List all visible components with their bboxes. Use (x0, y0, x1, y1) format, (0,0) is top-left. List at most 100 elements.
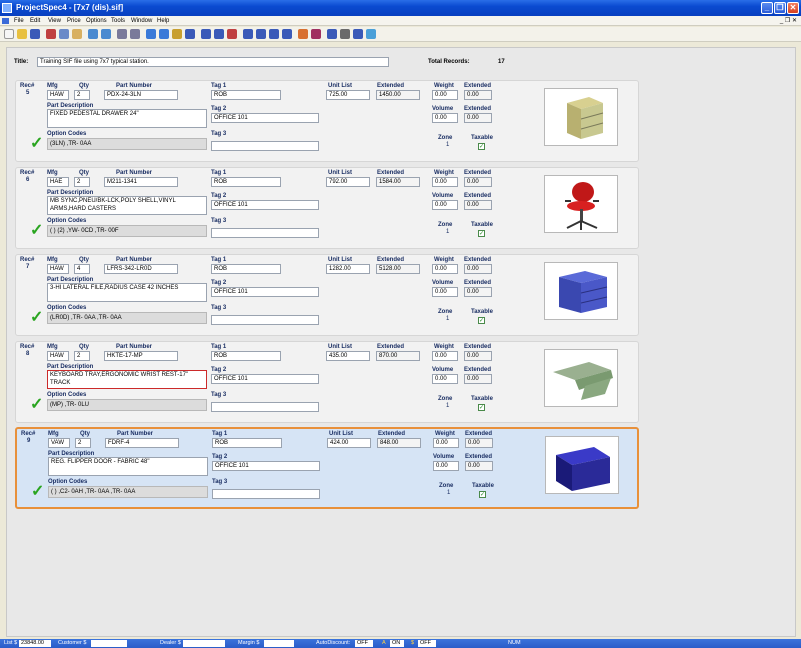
qty-field[interactable]: 2 (74, 177, 90, 187)
taxable-checkbox[interactable]: ✓ (478, 143, 485, 150)
unit-list-field[interactable]: 424.00 (327, 438, 371, 448)
report-icon[interactable] (185, 29, 195, 39)
price-icon[interactable] (172, 29, 182, 39)
volume-field[interactable]: 0.00 (432, 200, 458, 210)
auto-price-value[interactable]: ON (390, 640, 404, 647)
record-card[interactable]: Rec# 6 Mfg HAE Qty 2 Part Number M211-1341 Part … (15, 167, 639, 249)
restore-icon[interactable]: ❐ (774, 2, 786, 14)
record-card[interactable]: Rec# 7 Mfg HAW Qty 4 Part Number LFRS-342-LR0D P… (15, 254, 639, 336)
tag1-field[interactable]: ROB (211, 351, 281, 361)
insert-icon[interactable] (146, 29, 156, 39)
record-card[interactable]: Rec# 9 Mfg VAW Qty 2 Part Number FDRF-4 Part Des… (15, 427, 639, 509)
unit-list-field[interactable]: 1282.00 (326, 264, 370, 274)
option-codes-field[interactable]: (3LN) ,TR- 0AA (47, 138, 207, 150)
menu-options[interactable]: Options (86, 16, 107, 26)
qty-field[interactable]: 2 (74, 90, 90, 100)
summary-icon[interactable] (282, 29, 292, 39)
tag3-field[interactable] (211, 315, 319, 325)
volume-field[interactable]: 0.00 (432, 374, 458, 384)
tag1-field[interactable]: ROB (212, 438, 282, 448)
percent-icon[interactable] (214, 29, 224, 39)
mfg-field[interactable]: HAW (47, 264, 69, 274)
tag3-field[interactable] (211, 402, 319, 412)
qty-field[interactable]: 2 (74, 351, 90, 361)
part-number-field[interactable]: LFRS-342-LR0D (104, 264, 178, 274)
option-codes-field[interactable]: ( ) (2) ,YW- 0CD ,TR- 00F (47, 225, 207, 237)
part-number-field[interactable]: HKTE-17-MP (104, 351, 178, 361)
print-icon[interactable] (117, 29, 127, 39)
options-icon[interactable] (353, 29, 363, 39)
paste-icon[interactable] (72, 29, 82, 39)
mdi-controls[interactable]: _ ❐ ✕ (780, 16, 797, 26)
close-icon[interactable]: ✕ (787, 2, 799, 14)
tag-icon[interactable] (311, 29, 321, 39)
tag2-field[interactable]: OFFICE 101 (211, 200, 319, 210)
discount-icon[interactable] (227, 29, 237, 39)
part-description-field[interactable]: REG. FLIPPER DOOR - FABRIC 48" (48, 457, 208, 476)
filter-icon[interactable] (256, 29, 266, 39)
part-number-field[interactable]: PDX-24-3LN (104, 90, 178, 100)
tag1-field[interactable]: ROB (211, 90, 281, 100)
help-icon[interactable] (366, 29, 376, 39)
tag1-field[interactable]: ROB (211, 264, 281, 274)
new-icon[interactable] (4, 29, 14, 39)
record-card[interactable]: Rec# 5 Mfg HAW Qty 2 Part Number PDX-24-3LN Part… (15, 80, 639, 162)
unit-list-field[interactable]: 792.00 (326, 177, 370, 187)
taxable-checkbox[interactable]: ✓ (478, 230, 485, 237)
save-icon[interactable] (30, 29, 40, 39)
option-codes-field[interactable]: (LR0D) ,TR- 0AA ,TR- 0AA (47, 312, 207, 324)
unit-list-field[interactable]: 435.00 (326, 351, 370, 361)
export-icon[interactable] (327, 29, 337, 39)
qty-field[interactable]: 4 (74, 264, 90, 274)
find-icon[interactable] (201, 29, 211, 39)
tag2-field[interactable]: OFFICE 101 (211, 287, 319, 297)
autodiscount-value[interactable]: OFF (355, 640, 373, 647)
open-icon[interactable] (17, 29, 27, 39)
sort-icon[interactable] (243, 29, 253, 39)
tag3-field[interactable] (211, 141, 319, 151)
cut-icon[interactable] (46, 29, 56, 39)
part-number-field[interactable]: FDRF-4 (105, 438, 179, 448)
part-description-field[interactable]: 3-HI LATERAL FILE,RADIUS CASE 42 INCHES (47, 283, 207, 302)
weight-field[interactable]: 0.00 (432, 351, 458, 361)
taxable-checkbox[interactable]: ✓ (478, 317, 485, 324)
option-codes-field[interactable]: ( ) ,C2- 0AH ,TR- 0AA ,TR- 0AA (48, 486, 208, 498)
tag2-field[interactable]: OFFICE 101 (211, 374, 319, 384)
menu-view[interactable]: View (48, 16, 61, 26)
print-preview-icon[interactable] (130, 29, 140, 39)
redo-icon[interactable] (101, 29, 111, 39)
menu-help[interactable]: Help (157, 16, 169, 26)
option-codes-field[interactable]: (MP) ,TR- 0LU (47, 399, 207, 411)
mfg-field[interactable]: HAW (47, 90, 69, 100)
menu-file[interactable]: File (14, 16, 24, 26)
volume-field[interactable]: 0.00 (432, 287, 458, 297)
part-description-field[interactable]: MB SYNC,PNEU/BK-LCK,POLY SHELL,VINYL ARM… (47, 196, 207, 215)
menu-edit[interactable]: Edit (30, 16, 40, 26)
menu-window[interactable]: Window (131, 16, 152, 26)
delete-icon[interactable] (159, 29, 169, 39)
weight-field[interactable]: 0.00 (432, 264, 458, 274)
tag2-field[interactable]: OFFICE 101 (212, 461, 320, 471)
tag3-field[interactable] (212, 489, 320, 499)
grid-icon[interactable] (269, 29, 279, 39)
minimize-icon[interactable]: _ (761, 2, 773, 14)
taxable-checkbox[interactable]: ✓ (478, 404, 485, 411)
taxable-checkbox[interactable]: ✓ (479, 491, 486, 498)
menu-tools[interactable]: Tools (111, 16, 125, 26)
layout-icon[interactable] (340, 29, 350, 39)
title-input[interactable]: Training SIF file using 7x7 typical stat… (37, 57, 389, 67)
volume-field[interactable]: 0.00 (432, 113, 458, 123)
mfg-field[interactable]: HAW (47, 351, 69, 361)
dollar-mode-value[interactable]: OFF (418, 640, 436, 647)
weight-field[interactable]: 0.00 (433, 438, 459, 448)
tag2-field[interactable]: OFFICE 101 (211, 113, 319, 123)
weight-field[interactable]: 0.00 (432, 90, 458, 100)
unit-list-field[interactable]: 725.00 (326, 90, 370, 100)
mfg-field[interactable]: HAE (47, 177, 69, 187)
weight-field[interactable]: 0.00 (432, 177, 458, 187)
part-number-field[interactable]: M211-1341 (104, 177, 178, 187)
catalog-icon[interactable] (298, 29, 308, 39)
tag1-field[interactable]: ROB (211, 177, 281, 187)
part-description-field[interactable]: FIXED PEDESTAL DRAWER 24" (47, 109, 207, 128)
tag3-field[interactable] (211, 228, 319, 238)
